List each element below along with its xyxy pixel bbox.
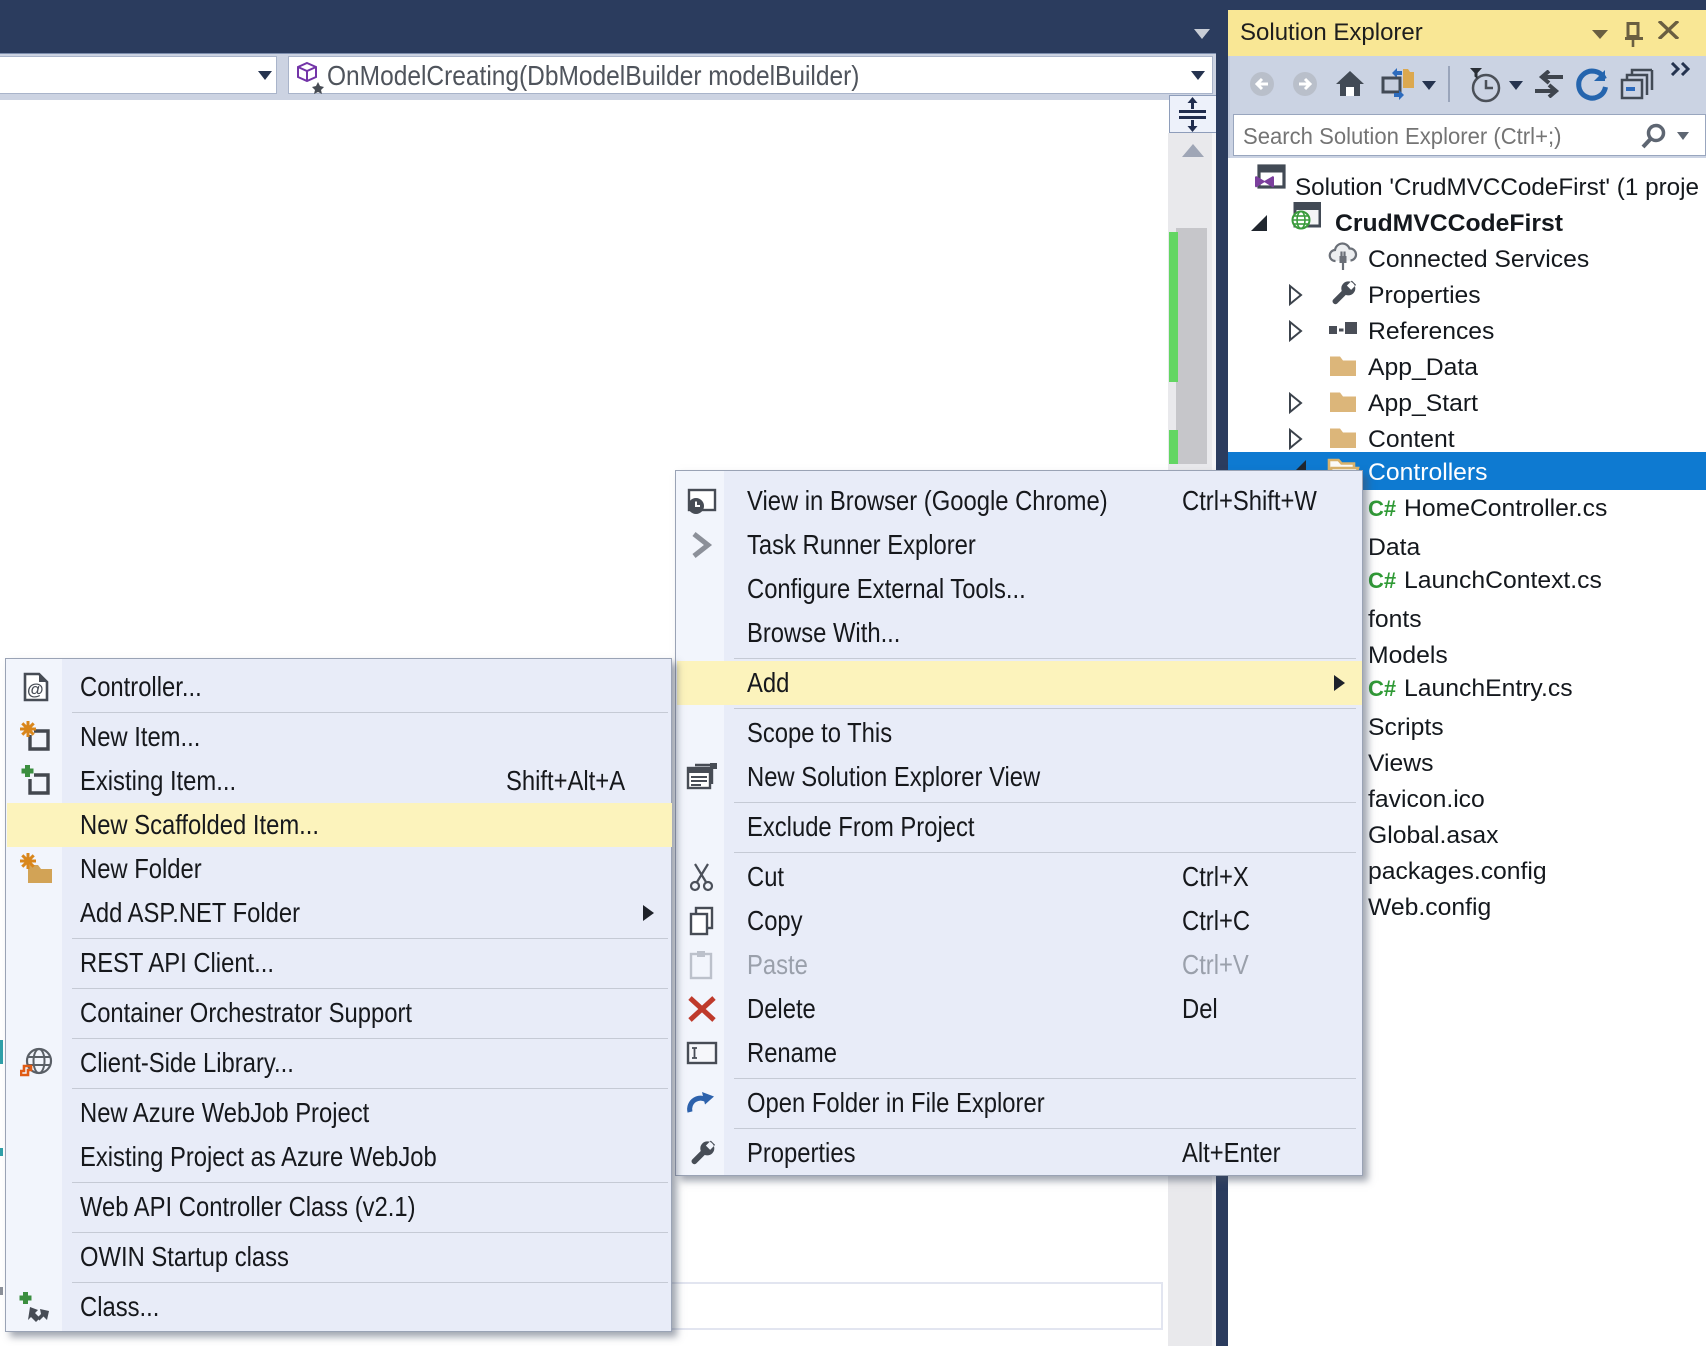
- svg-text:@: @: [27, 680, 44, 699]
